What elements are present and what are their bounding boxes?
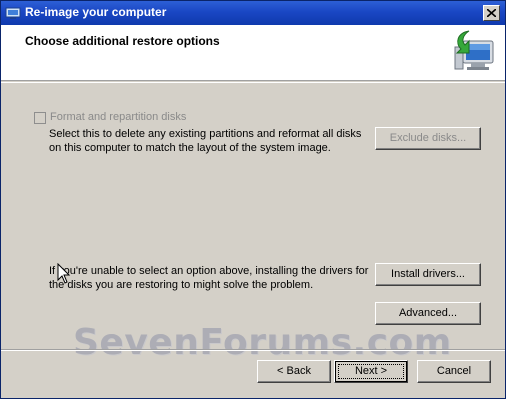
- cancel-button[interactable]: Cancel: [417, 360, 491, 383]
- dialog-header: Choose additional restore options: [1, 25, 505, 81]
- mouse-pointer-icon: [57, 263, 71, 284]
- format-checkbox-label: Format and repartition disks: [50, 111, 187, 123]
- back-button[interactable]: < Back: [257, 360, 331, 383]
- reimage-dialog: Re-image your computer Choose additional…: [0, 0, 506, 399]
- format-checkbox[interactable]: [34, 112, 46, 124]
- close-icon: [487, 9, 496, 17]
- format-description: Select this to delete any existing parti…: [49, 128, 362, 154]
- title-bar: Re-image your computer: [1, 1, 505, 25]
- driver-help-text: If you're unable to select an option abo…: [49, 265, 369, 291]
- window-title: Re-image your computer: [25, 5, 167, 19]
- window-app-icon: [5, 7, 21, 19]
- install-drivers-button[interactable]: Install drivers...: [375, 263, 481, 286]
- page-title: Choose additional restore options: [25, 34, 220, 48]
- close-button[interactable]: [483, 5, 500, 21]
- exclude-disks-button[interactable]: Exclude disks...: [375, 127, 481, 150]
- computer-restore-icon: [454, 30, 494, 70]
- header-divider: [1, 82, 505, 83]
- watermark: SevenForums.com: [73, 322, 452, 363]
- footer-divider: [1, 349, 505, 351]
- next-button[interactable]: Next >: [334, 360, 408, 383]
